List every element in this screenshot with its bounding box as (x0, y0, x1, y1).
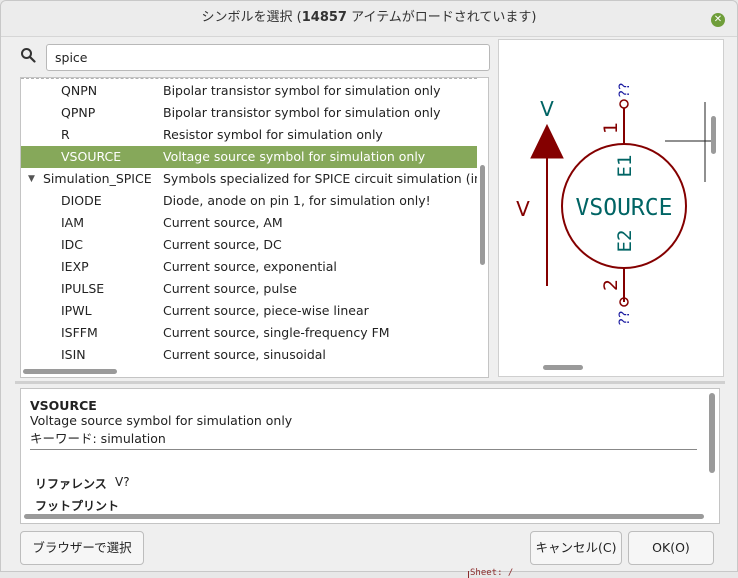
tree-symbol-row[interactable]: ISFFM Current source, single-frequency FM (21, 322, 477, 344)
row-name: IEXP (61, 259, 89, 274)
tree-top-border (21, 78, 477, 79)
row-name: ISFFM (61, 325, 98, 340)
polarity-arrow-head (530, 123, 564, 159)
row-name: QNPN (61, 83, 98, 98)
row-description: Bipolar transistor symbol for simulation… (163, 83, 441, 98)
search-icon (21, 48, 36, 63)
pin1-net-label: ?? (617, 83, 633, 98)
symbol-preview: V V VSOURCE E1 E2 1 2???? (498, 39, 724, 377)
reference-label: リファレンス (35, 477, 107, 491)
symbol-details: VSOURCE Voltage source symbol for simula… (20, 388, 720, 524)
symbol-value-text: VSOURCE (576, 195, 673, 221)
row-name: R (61, 127, 70, 142)
tree-symbol-row[interactable]: DIODE Diode, anode on pin 1, for simulati… (21, 190, 477, 212)
symbol-tree[interactable]: QNPN Bipolar transistor symbol for simula… (20, 77, 489, 378)
search-input[interactable] (46, 44, 490, 71)
cancel-button[interactable]: キャンセル(C) (530, 531, 622, 565)
background-schematic-line (468, 571, 469, 578)
row-description: Current source, pulse (163, 281, 297, 296)
details-vertical-scrollbar[interactable] (709, 393, 715, 473)
tree-symbol-row[interactable]: IPWL Current source, piece-wise linear (21, 300, 477, 322)
row-description: Current source, DC (163, 237, 282, 252)
row-name: VSOURCE (61, 149, 122, 164)
row-name: IDC (61, 237, 84, 252)
reference-text: V (540, 97, 554, 121)
tree-symbol-row[interactable]: IAM Current source, AM (21, 212, 477, 234)
details-keywords: キーワード: simulation (30, 431, 166, 446)
tree-symbol-row[interactable]: ISIN Current source, sinusoidal (21, 344, 477, 366)
row-description: Diode, anode on pin 1, for simulation on… (163, 193, 431, 208)
details-horizontal-scrollbar[interactable] (24, 514, 704, 519)
expand-arrow-icon[interactable]: ▼ (28, 168, 35, 190)
pin2-number: 2 (600, 279, 622, 291)
pin2-name: E2 (614, 230, 636, 253)
row-description: Voltage source symbol for simulation onl… (163, 149, 426, 164)
tree-symbol-row[interactable]: IEXP Current source, exponential (21, 256, 477, 278)
panel-splitter[interactable] (15, 381, 725, 384)
tree-vertical-scrollbar[interactable] (480, 80, 486, 362)
pin1-name: E1 (614, 155, 636, 178)
details-description: Voltage source symbol for simulation onl… (30, 413, 293, 428)
row-name: DIODE (61, 193, 102, 208)
browse-button[interactable]: ブラウザーで選択 (20, 531, 144, 565)
title-count: 14857 (301, 10, 347, 25)
symbol-chooser-dialog: シンボルを選択 (14857 アイテムがロードされています) ✕ QNPN Bip… (0, 0, 738, 572)
row-name: IPWL (61, 303, 92, 318)
row-description: Current source, piece-wise linear (163, 303, 369, 318)
row-name: IAM (61, 215, 85, 230)
reference-value: V? (115, 475, 130, 489)
row-description: Bipolar transistor symbol for simulation… (163, 105, 441, 120)
tree-symbol-row[interactable]: R Resistor symbol for simulation only (21, 124, 477, 146)
pin2-net-label: ?? (617, 311, 633, 326)
title-prefix: シンボルを選択 ( (201, 10, 302, 25)
tree-symbol-row[interactable]: IPULSE Current source, pulse (21, 278, 477, 300)
symbol-preview-canvas: V V VSOURCE E1 E2 1 2???? (516, 83, 711, 326)
tree-horizontal-scrollbar[interactable] (23, 369, 475, 375)
footprint-label: フットプリント (35, 499, 120, 513)
tree-symbol-row[interactable]: QNPN Bipolar transistor symbol for simula… (21, 80, 477, 102)
row-name: IPULSE (61, 281, 105, 296)
row-description: Symbols specialized for SPICE circuit si… (163, 171, 477, 186)
details-symbol-name: VSOURCE (30, 398, 97, 413)
row-name: Simulation_SPICE (43, 171, 152, 186)
title-bar: シンボルを選択 (14857 アイテムがロードされています) ✕ (1, 1, 737, 37)
preview-horizontal-scrollbar[interactable] (543, 365, 583, 370)
row-name: QPNP (61, 105, 96, 120)
tree-symbol-row[interactable]: QPNP Bipolar transistor symbol for simula… (21, 102, 477, 124)
ok-button[interactable]: OK(O) (628, 531, 714, 565)
background-sheet-label: Sheet: / (470, 568, 514, 578)
pin1-endpoint (619, 99, 629, 109)
row-description: Current source, single-frequency FM (163, 325, 390, 340)
row-description: Resistor symbol for simulation only (163, 127, 383, 142)
tree-library-row[interactable]: ▼ Simulation_SPICE Symbols specialized for… (21, 168, 477, 190)
row-name: ISIN (61, 347, 86, 362)
preview-vertical-scrollbar[interactable] (711, 116, 716, 154)
tree-symbol-row[interactable]: IDC Current source, DC (21, 234, 477, 256)
tree-symbol-row[interactable]: VSOURCE Voltage source symbol for simulat… (21, 146, 477, 168)
row-description: Current source, AM (163, 215, 283, 230)
close-icon[interactable]: ✕ (711, 13, 725, 27)
row-description: Current source, sinusoidal (163, 347, 326, 362)
title-suffix: アイテムがロードされています) (346, 10, 537, 25)
details-divider (30, 449, 697, 450)
row-description: Current source, exponential (163, 259, 337, 274)
pin1-number: 1 (600, 122, 622, 134)
arrow-label: V (516, 197, 530, 221)
